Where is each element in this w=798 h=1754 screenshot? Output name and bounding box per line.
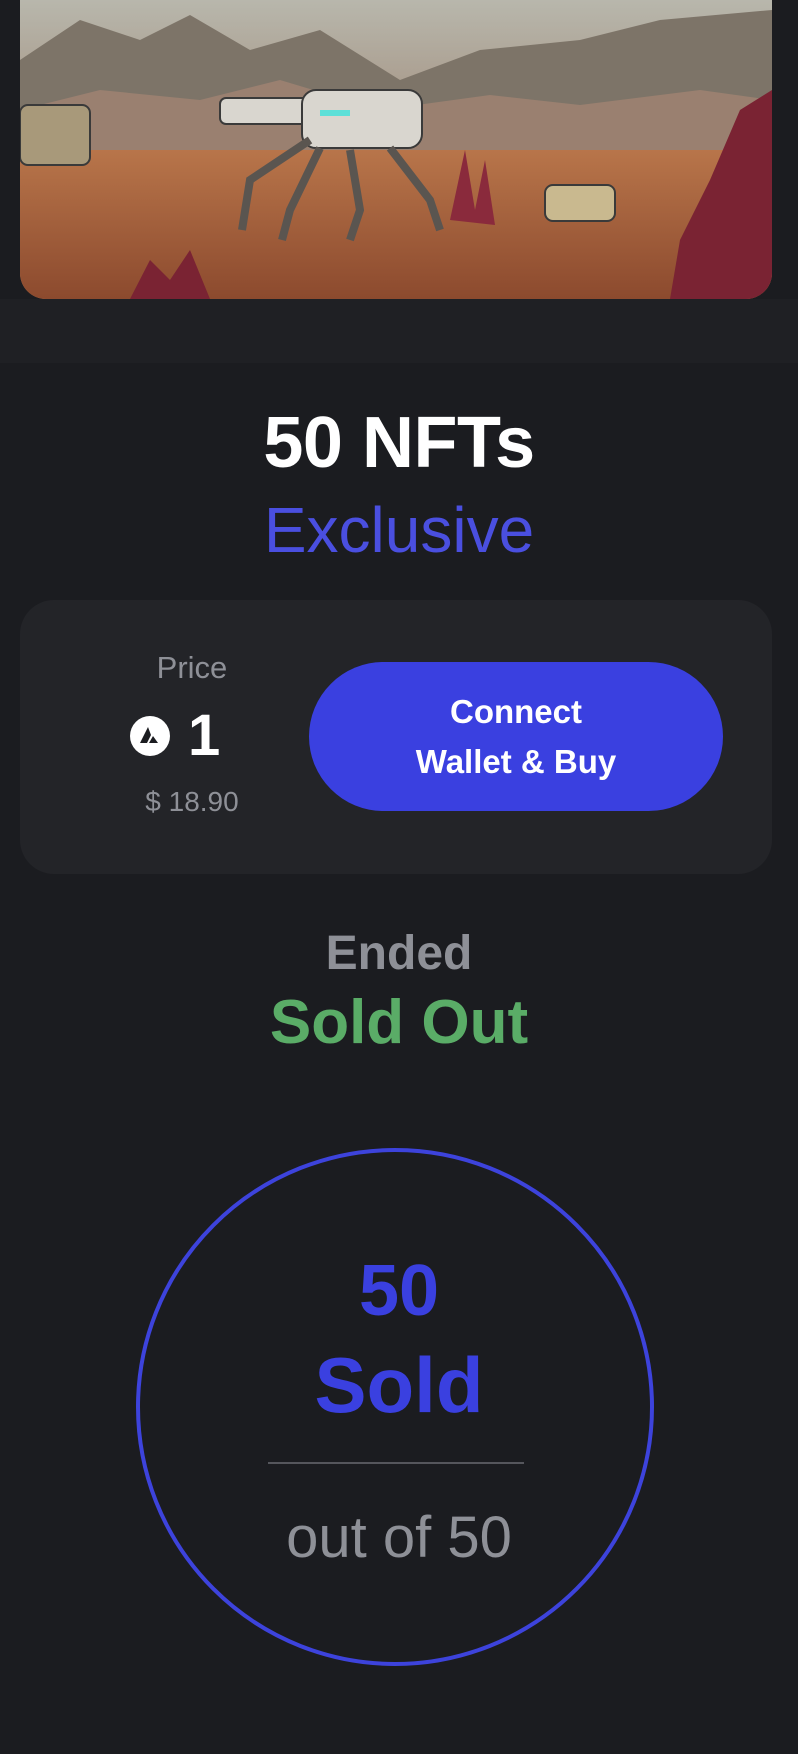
price-label: Price [156,650,228,685]
sale-status-value: Sold Out [269,988,529,1057]
buy-button-line2: Wallet & Buy [415,742,617,780]
price-card: Price 1 $ 18.90 Connect Wallet & Buy [20,600,772,874]
avax-icon [130,716,170,756]
price-amount: 1 [188,703,221,768]
connect-wallet-buy-button[interactable]: Connect Wallet & Buy [309,662,723,811]
sold-count: 50 [358,1251,440,1331]
drop-page: 50 NFTs Exclusive Price 1 $ 18.90 Connec… [0,0,798,1754]
price-usd: $ 18.90 [145,786,239,817]
collection-title: 50 NFTs [263,403,535,483]
sold-label: Sold [314,1341,484,1429]
sale-status-label: Ended [325,927,473,980]
buy-button-line1: Connect [450,692,582,730]
section-divider [0,299,798,363]
total-supply: out of 50 [286,1505,512,1570]
ring-divider [268,1462,524,1464]
hero-artwork [20,0,772,299]
collection-tier: Exclusive [263,494,535,566]
price-value: 1 [130,704,220,768]
